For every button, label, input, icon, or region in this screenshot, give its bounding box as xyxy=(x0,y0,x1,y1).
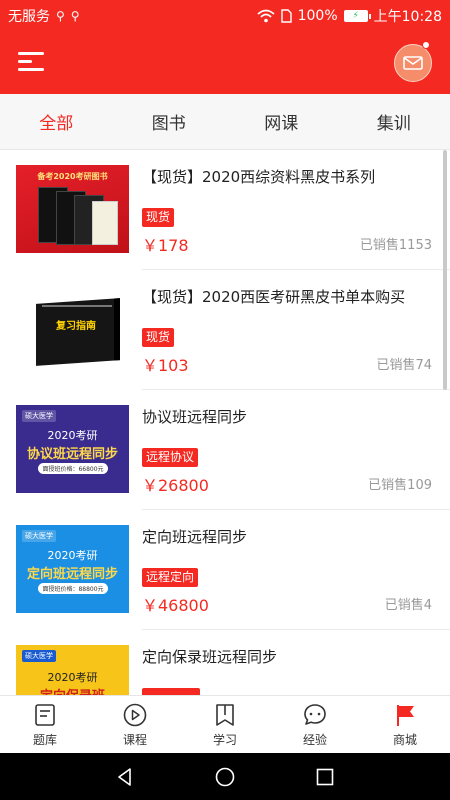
tab-all[interactable]: 全部 xyxy=(0,94,113,149)
envelope-icon xyxy=(403,56,423,70)
product-item[interactable]: 备考2020考研图书 【现货】2020西综资料黑皮书系列 现货 ￥178 已销售… xyxy=(0,150,450,270)
nav-experience[interactable]: 经验 xyxy=(270,696,360,753)
app-root: 无服务 ⚲ ⚲ 100% ⚡ 上午10:28 全部 图书 网课 集训 备考202… xyxy=(0,0,450,800)
product-item[interactable]: 复习指南 【现货】2020西医考研黑皮书单本购买 现货 ￥103 已销售74 xyxy=(0,270,450,390)
product-item[interactable]: 硕大医学 2020考研 定向班远程同步 面授班价格：88800元 定向班远程同步… xyxy=(0,510,450,630)
product-tag: 远程协议 xyxy=(142,448,199,467)
thumbnail-line1: 2020考研 xyxy=(47,549,98,562)
menu-icon[interactable] xyxy=(18,50,44,74)
notification-dot xyxy=(422,41,430,49)
category-tabs: 全部 图书 网课 集训 xyxy=(0,94,450,150)
nav-courses[interactable]: 课程 xyxy=(90,696,180,753)
product-tag xyxy=(142,688,200,695)
product-sold-count: 已销售74 xyxy=(376,358,432,373)
product-title[interactable]: 【现货】2020西综资料黑皮书系列 xyxy=(142,166,375,187)
product-tag: 现货 xyxy=(142,328,175,347)
product-title[interactable]: 定向班远程同步 xyxy=(142,526,247,547)
product-title[interactable]: 协议班远程同步 xyxy=(142,406,247,427)
tab-books[interactable]: 图书 xyxy=(113,94,226,149)
nav-mall[interactable]: 商城 xyxy=(360,696,450,753)
list-scrollbar[interactable] xyxy=(443,150,447,390)
product-thumbnail: 硕大医学 2020考研 定向保录班 xyxy=(16,645,129,695)
product-title[interactable]: 定向保录班远程同步 xyxy=(142,646,277,667)
wifi-icon xyxy=(257,9,275,23)
battery-icon: ⚡ xyxy=(343,10,371,22)
product-sold-count: 已销售4 xyxy=(384,598,432,613)
sim-icon xyxy=(280,9,292,23)
thumbnail-logo: 硕大医学 xyxy=(22,530,56,542)
nav-question-bank[interactable]: 题库 xyxy=(0,696,90,753)
product-item[interactable]: 硕大医学 2020考研 定向保录班 定向保录班远程同步 xyxy=(0,630,450,695)
product-thumbnail: 备考2020考研图书 xyxy=(16,165,129,253)
bookmark-book-icon xyxy=(216,703,234,726)
product-thumbnail: 硕大医学 2020考研 定向班远程同步 面授班价格：88800元 xyxy=(16,525,129,613)
product-price: ￥26800 xyxy=(142,476,209,495)
product-price: ￥103 xyxy=(142,356,189,375)
nav-label: 商城 xyxy=(392,732,417,747)
product-sold-count: 已销售109 xyxy=(368,478,432,493)
tab-online-courses[interactable]: 网课 xyxy=(225,94,338,149)
product-sold-count: 已销售1153 xyxy=(359,238,432,253)
thumbnail-logo: 硕大医学 xyxy=(22,410,56,422)
nav-label: 课程 xyxy=(122,732,147,747)
thumbnail-line3: 面授班价格：88800元 xyxy=(38,583,108,594)
product-thumbnail: 硕大医学 2020考研 协议班远程同步 面授班价格：66800元 xyxy=(16,405,129,493)
thumbnail-line2: 协议班远程同步 xyxy=(26,447,118,462)
thumbnail-logo: 硕大医学 xyxy=(22,650,56,662)
thumbnail-line1: 2020考研 xyxy=(47,429,98,442)
nav-label: 经验 xyxy=(302,732,327,747)
usb-icon-2: ⚲ xyxy=(70,9,80,23)
product-thumbnail: 复习指南 xyxy=(16,285,129,373)
question-bank-icon xyxy=(35,703,55,726)
bottom-navigation: 题库 课程 学习 经验 商城 xyxy=(0,695,450,753)
recents-icon[interactable] xyxy=(314,766,336,788)
product-list: 备考2020考研图书 【现货】2020西综资料黑皮书系列 现货 ￥178 已销售… xyxy=(0,150,450,695)
battery-percent: 100% xyxy=(297,8,338,24)
product-price: ￥46800 xyxy=(142,596,209,615)
thumbnail-line3: 面授班价格：66800元 xyxy=(38,463,108,474)
red-flag-icon xyxy=(397,704,414,726)
clock: 上午10:28 xyxy=(373,9,442,25)
nav-study[interactable]: 学习 xyxy=(180,696,270,753)
nav-label: 题库 xyxy=(32,732,57,747)
chat-bubble-icon xyxy=(304,703,326,725)
product-tag: 现货 xyxy=(142,208,175,227)
message-button[interactable] xyxy=(394,44,432,82)
usb-icon: ⚲ xyxy=(56,9,65,23)
product-tag: 远程定向 xyxy=(142,568,199,587)
play-circle-icon xyxy=(123,703,147,726)
thumbnail-line2: 定向保录班 xyxy=(16,685,129,695)
product-price: ￥178 xyxy=(142,236,189,255)
system-navigation-bar xyxy=(0,753,450,800)
status-bar: 无服务 ⚲ ⚲ 100% ⚡ 上午10:28 xyxy=(0,0,450,32)
home-icon[interactable] xyxy=(214,766,236,788)
back-icon[interactable] xyxy=(114,766,136,788)
product-item[interactable]: 硕大医学 2020考研 协议班远程同步 面授班价格：66800元 协议班远程同步… xyxy=(0,390,450,510)
book-cover-title: 复习指南 xyxy=(56,321,96,332)
thumbnail-banner-text: 备考2020考研图书 xyxy=(37,172,108,181)
product-title[interactable]: 【现货】2020西医考研黑皮书单本购买 xyxy=(142,286,405,307)
thumbnail-line2: 定向班远程同步 xyxy=(26,567,118,582)
thumbnail-line1: 2020考研 xyxy=(47,671,98,684)
app-header xyxy=(0,32,450,94)
tab-training[interactable]: 集训 xyxy=(338,94,450,149)
carrier-text: 无服务 xyxy=(8,9,50,25)
nav-label: 学习 xyxy=(212,732,237,747)
